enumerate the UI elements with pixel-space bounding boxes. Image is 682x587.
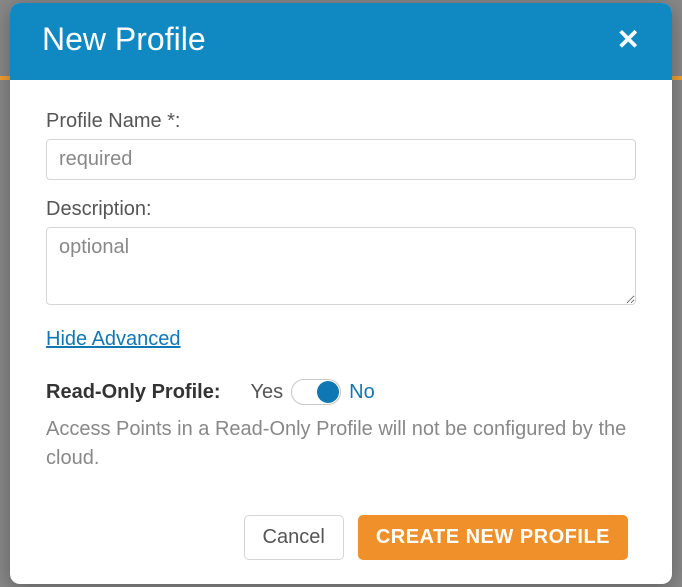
close-icon[interactable]: ✕: [613, 26, 644, 54]
profile-name-group: Profile Name *:: [46, 110, 636, 180]
modal-body: Profile Name *: Description: Hide Advanc…: [10, 80, 672, 584]
toggle-knob: [317, 381, 339, 403]
description-label: Description:: [46, 198, 636, 221]
create-profile-button[interactable]: CREATE NEW PROFILE: [358, 515, 628, 560]
profile-name-label: Profile Name *:: [46, 110, 636, 133]
description-group: Description:: [46, 198, 636, 310]
read-only-toggle-group: Yes No: [250, 379, 374, 405]
modal-title: New Profile: [42, 21, 206, 58]
read-only-help-text: Access Points in a Read-Only Profile wil…: [46, 415, 636, 473]
read-only-label: Read-Only Profile:: [46, 381, 220, 404]
new-profile-modal: New Profile ✕ Profile Name *: Descriptio…: [10, 3, 672, 584]
description-textarea[interactable]: [46, 227, 636, 305]
cancel-button[interactable]: Cancel: [244, 515, 344, 560]
toggle-yes-text: Yes: [250, 381, 283, 404]
modal-footer: Cancel CREATE NEW PROFILE: [46, 515, 636, 560]
modal-header: New Profile ✕: [10, 3, 672, 80]
read-only-toggle[interactable]: [291, 379, 341, 405]
hide-advanced-link[interactable]: Hide Advanced: [46, 328, 636, 351]
toggle-no-text: No: [349, 381, 375, 404]
profile-name-input[interactable]: [46, 139, 636, 180]
read-only-row: Read-Only Profile: Yes No: [46, 379, 636, 405]
